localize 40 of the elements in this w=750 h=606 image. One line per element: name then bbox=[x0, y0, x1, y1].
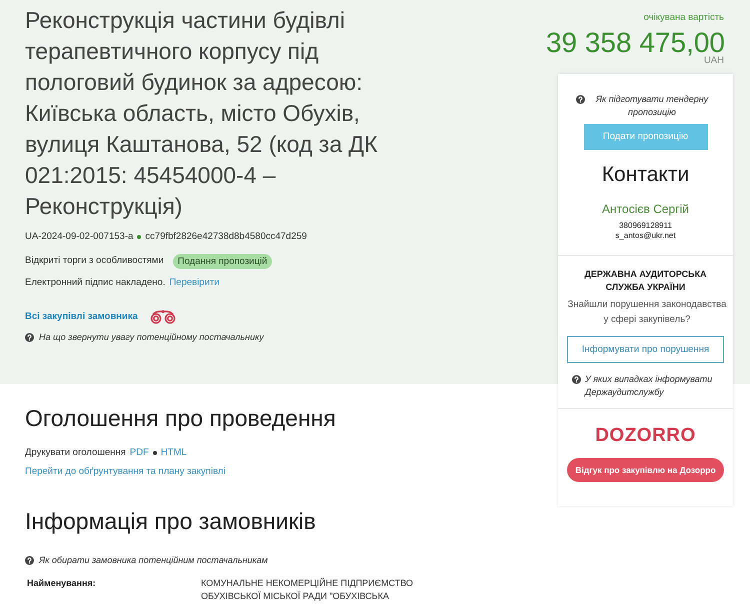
field-label: Найменування: bbox=[26, 577, 97, 590]
verify-link[interactable]: Перевірити bbox=[169, 276, 220, 290]
feedback-button[interactable]: Відгук про закупівлю на Дозорро bbox=[567, 458, 724, 482]
budget-amount: 39 358 475,00 bbox=[546, 27, 726, 58]
bid-guide-link[interactable]: Як підготувати тендерну пропозицію bbox=[588, 93, 716, 119]
procedure-type: Відкриті торги з особливостями bbox=[25, 254, 164, 268]
dozorro-logo: DOZORRO bbox=[594, 425, 697, 447]
print-format-link[interactable]: PDF bbox=[130, 446, 149, 460]
contact-name: Антосієв Сергій bbox=[601, 201, 690, 217]
tender-hash: cc79fbf2826e42738d8b4580cc47d259 bbox=[145, 230, 307, 244]
print-label: Друкувати оголошення bbox=[25, 446, 126, 460]
customer-procurements-link[interactable]: Всі закупівлі замовника bbox=[25, 310, 138, 324]
help-icon bbox=[576, 95, 584, 104]
submit-bid-button[interactable]: Подати пропозицію bbox=[584, 124, 708, 150]
field-value: КОМУНАЛЬНЕ НЕКОМЕРЦІЙНЕ ПІДПРИЄМСТВО ОБУХІВСЬКОЇ МІСЬКОЇ РАДИ "ОБУХІВСЬКА bbox=[201, 577, 414, 603]
help-icon bbox=[572, 375, 581, 384]
help-icon bbox=[25, 332, 34, 342]
supplier-tips-link[interactable]: На що звернути увагу потенційному постачальнику bbox=[39, 330, 264, 344]
audit-service-title: ДЕРЖАВНА АУДИТОРСЬКА СЛУЖБА УКРАЇНИ bbox=[583, 268, 708, 294]
status-tag: Подання пропозицій bbox=[172, 254, 272, 268]
currency-label: UAH bbox=[704, 55, 725, 67]
budget-label: очікувана вартість bbox=[644, 11, 725, 25]
separator-dot-icon bbox=[137, 235, 142, 239]
help-icon bbox=[25, 556, 34, 564]
contact-email: s_antos@ukr.net bbox=[614, 231, 677, 241]
signature-text: Електронний підпис накладено. bbox=[25, 276, 166, 290]
audit-question: Знайшли порушення законодавства у сфері закупівель? bbox=[567, 298, 727, 327]
tender-title: Реконструкція частини будівлі терапевтичного корпусу під пологовий будинок за адресою: Київська область, місто Обухів, вулиця Каштанова, 52 (код за ДК 021:2015: 45454000-4 – Реконструкція) bbox=[25, 6, 378, 221]
section-heading: Оголошення про проведення bbox=[25, 404, 337, 433]
customer-tips-link[interactable]: Як обирати замовника потенційним постачальникам bbox=[39, 553, 268, 567]
audit-cases-link[interactable]: У яких випадках інформувати Держаудитслужбу bbox=[585, 373, 724, 399]
section-heading: Інформація про замовників bbox=[25, 507, 317, 536]
tender-id: UA-2024-09-02-007153-a bbox=[25, 230, 134, 244]
binoculars-icon bbox=[150, 310, 176, 324]
print-format-link[interactable]: HTML bbox=[160, 446, 187, 460]
report-violation-button[interactable]: Інформувати про порушення bbox=[567, 336, 724, 363]
contact-phone: 380969128911 bbox=[618, 221, 673, 231]
contacts-heading: Контакти bbox=[600, 162, 690, 188]
separator-dot-icon bbox=[152, 451, 157, 455]
plan-link[interactable]: Перейти до обґрунтування та плану закупівлі bbox=[25, 465, 226, 479]
